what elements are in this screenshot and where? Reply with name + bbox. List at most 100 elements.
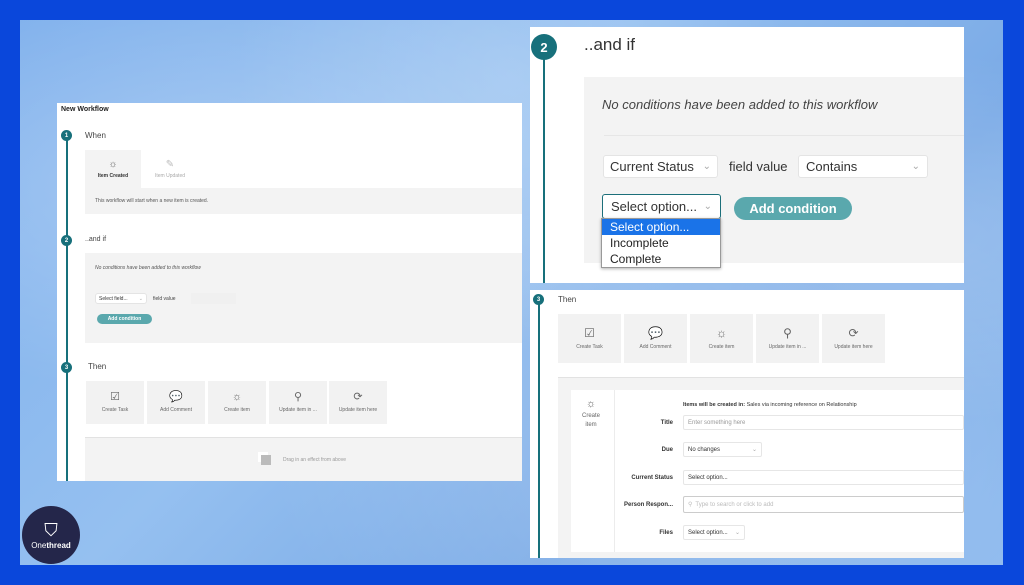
person-label: Person Respon... — [623, 502, 673, 508]
person-search-input[interactable]: ⚲ Type to search or click to add — [683, 496, 964, 513]
conditions-empty-text: No conditions have been added to this wo… — [95, 265, 201, 271]
divider — [604, 135, 964, 136]
trigger-item-created[interactable]: ☼ Item Created — [85, 150, 141, 188]
created-in-text: Items will be created in: Sales via inco… — [683, 402, 857, 408]
value-dropdown-list: Select option... Incomplete Complete — [601, 218, 721, 268]
operator-select[interactable]: Contains ⌄ — [798, 155, 928, 178]
logo-text: Onethread — [31, 540, 71, 550]
pencil-icon: ✎ — [165, 159, 175, 170]
title-label: Title — [660, 420, 673, 426]
action-label: Create item — [708, 344, 735, 350]
field-value-label: field value — [153, 296, 176, 302]
sun-icon: ☼ — [585, 398, 597, 410]
step-2-heading: ..and if — [85, 236, 107, 243]
trigger-label: Item Updated — [154, 173, 186, 179]
effect-drop-zone[interactable]: Drag in an effect from above — [85, 437, 522, 481]
trigger-label: Item Created — [97, 173, 129, 179]
created-in-value: Sales via incoming reference on Relation… — [746, 402, 857, 408]
chevron-down-icon: ⌄ — [703, 201, 712, 212]
action-label: Add Comment — [639, 344, 672, 350]
hierarchy-icon: ⚲ — [783, 326, 792, 340]
action-update-item-in[interactable]: ⚲ Update item in ... — [269, 381, 327, 424]
due-value: No changes — [688, 446, 721, 453]
action-label: Add Comment — [160, 407, 192, 413]
trigger-description: This workflow will start when a new item… — [95, 198, 209, 204]
field-select-value: Select field... — [99, 295, 128, 302]
page-title: New Workflow — [61, 106, 109, 113]
step-3-heading: Then — [558, 295, 577, 304]
step-1-badge: 1 — [61, 130, 72, 141]
drag-icon — [261, 454, 271, 465]
status-select[interactable]: Select option... — [683, 470, 964, 485]
action-label: Update item in ... — [279, 407, 317, 413]
files-value: Select option... — [688, 529, 728, 536]
action-update-item-here[interactable]: ⟳ Update item here — [822, 314, 885, 363]
effect-label: Create — [581, 413, 600, 419]
step-2-heading: ..and if — [584, 35, 636, 54]
step-2-badge: 2 — [61, 235, 72, 246]
step-3-badge: 3 — [61, 362, 72, 373]
action-label: Create item — [224, 407, 250, 413]
timeline-rail — [543, 47, 545, 283]
add-condition-button[interactable]: Add condition — [97, 314, 152, 324]
dropdown-option[interactable]: Incomplete — [602, 235, 720, 251]
action-update-item-here[interactable]: ⟳ Update item here — [329, 381, 387, 424]
chevron-down-icon: ⌄ — [751, 447, 757, 453]
files-select[interactable]: Select option... ⌄ — [683, 525, 745, 540]
chevron-down-icon: ⌄ — [734, 530, 740, 536]
step-2-badge: 2 — [531, 34, 557, 60]
conditions-empty-text: No conditions have been added to this wo… — [602, 97, 878, 112]
effect-divider — [614, 390, 615, 552]
chevron-down-icon: ⌄ — [138, 295, 143, 302]
field-select[interactable]: Current Status ⌄ — [603, 155, 718, 178]
hierarchy-icon: ⚲ — [293, 391, 303, 403]
sync-icon: ⟳ — [353, 391, 363, 403]
comment-icon: 💬 — [169, 391, 183, 403]
sun-icon: ☼ — [108, 159, 118, 170]
search-icon: ⚲ — [688, 502, 693, 508]
comment-icon: 💬 — [648, 326, 663, 340]
checkbox-icon: ☑ — [584, 326, 595, 340]
field-value-label: field value — [729, 159, 788, 174]
add-condition-button[interactable]: Add condition — [734, 197, 852, 220]
action-label: Update item here — [338, 407, 378, 413]
files-label: Files — [659, 530, 673, 536]
trigger-item-updated[interactable]: ✎ Item Updated — [142, 150, 198, 188]
action-create-task[interactable]: ☑ Create Task — [86, 381, 144, 424]
chevron-down-icon: ⌄ — [911, 161, 920, 172]
action-create-item[interactable]: ☼ Create item — [690, 314, 753, 363]
due-select[interactable]: No changes ⌄ — [683, 442, 762, 457]
action-label: Create Task — [576, 344, 603, 350]
title-input[interactable]: Enter something here — [683, 415, 964, 430]
created-in-label: Items will be created in: — [683, 402, 746, 408]
timeline-rail — [538, 300, 540, 558]
value-select[interactable]: Select option... ⌄ — [602, 194, 721, 219]
actions-detail-panel: 3 Then ☑ Create Task 💬 Add Comment ☼ Cre… — [530, 290, 964, 558]
person-placeholder: Type to search or click to add — [695, 501, 774, 508]
operator-select-value: Contains — [806, 159, 858, 174]
dropdown-option[interactable]: Complete — [602, 251, 720, 267]
checkbox-icon: ☑ — [110, 391, 120, 403]
operator-select-disabled — [191, 293, 236, 304]
field-select-value: Current Status — [610, 159, 694, 174]
logo-icon: ⛉ — [44, 519, 58, 540]
action-label: Create Task — [101, 407, 129, 413]
action-update-item-in[interactable]: ⚲ Update item in ... — [756, 314, 819, 363]
action-create-task[interactable]: ☑ Create Task — [558, 314, 621, 363]
action-label: Update item here — [834, 344, 873, 350]
due-label: Due — [661, 447, 673, 453]
action-label: Update item in ... — [768, 344, 807, 350]
timeline-rail — [66, 135, 68, 481]
drop-hint: Drag in an effect from above — [283, 456, 346, 463]
action-create-item[interactable]: ☼ Create item — [208, 381, 266, 424]
action-add-comment[interactable]: 💬 Add Comment — [624, 314, 687, 363]
dropdown-option[interactable]: Select option... — [602, 219, 720, 235]
onethread-logo: ⛉ Onethread — [22, 506, 80, 564]
step-3-heading: Then — [88, 362, 107, 371]
step-1-heading: When — [85, 131, 106, 140]
action-add-comment[interactable]: 💬 Add Comment — [147, 381, 205, 424]
field-select[interactable]: Select field... ⌄ — [95, 293, 147, 304]
status-label: Current Status — [631, 475, 673, 481]
sync-icon: ⟳ — [848, 326, 859, 340]
value-select-value: Select option... — [611, 199, 697, 214]
